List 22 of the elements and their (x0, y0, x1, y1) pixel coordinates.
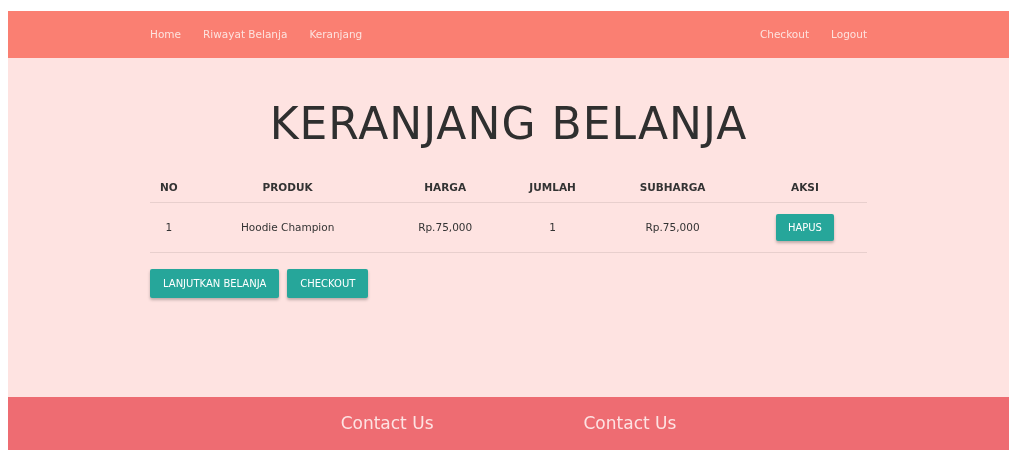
column-header: JUMLAH (502, 172, 603, 203)
nav-link[interactable]: Riwayat Belanja (203, 26, 288, 43)
delete-button[interactable]: HAPUS (775, 214, 834, 242)
table-cell: 1 (165, 220, 173, 233)
nav-link[interactable]: Checkout (759, 26, 810, 43)
nav-link[interactable]: Home (150, 26, 181, 43)
column-header: NO (150, 172, 188, 203)
footer-heading: Contact Us (340, 413, 434, 435)
nav-link[interactable]: Keranjang (309, 26, 363, 43)
table-cell: 1 (549, 220, 556, 233)
continue-shopping-button[interactable]: LANJUTKAN BELANJA (150, 269, 280, 299)
column-header: SUBHARGA (602, 172, 743, 203)
column-header: HARGA (387, 172, 503, 203)
checkout-button[interactable]: CHECKOUT (287, 269, 369, 299)
page-title: KERANJANG BELANJA (268, 97, 749, 151)
table-cell: Hoodie Champion (240, 220, 335, 233)
column-header: PRODUK (187, 172, 388, 203)
table-cell: Rp.75,000 (645, 220, 700, 233)
table-cell: Rp.75,000 (418, 220, 473, 233)
column-header: AKSI (742, 172, 867, 203)
nav-link[interactable]: Logout (831, 26, 867, 43)
footer-heading: Contact Us (583, 413, 677, 435)
